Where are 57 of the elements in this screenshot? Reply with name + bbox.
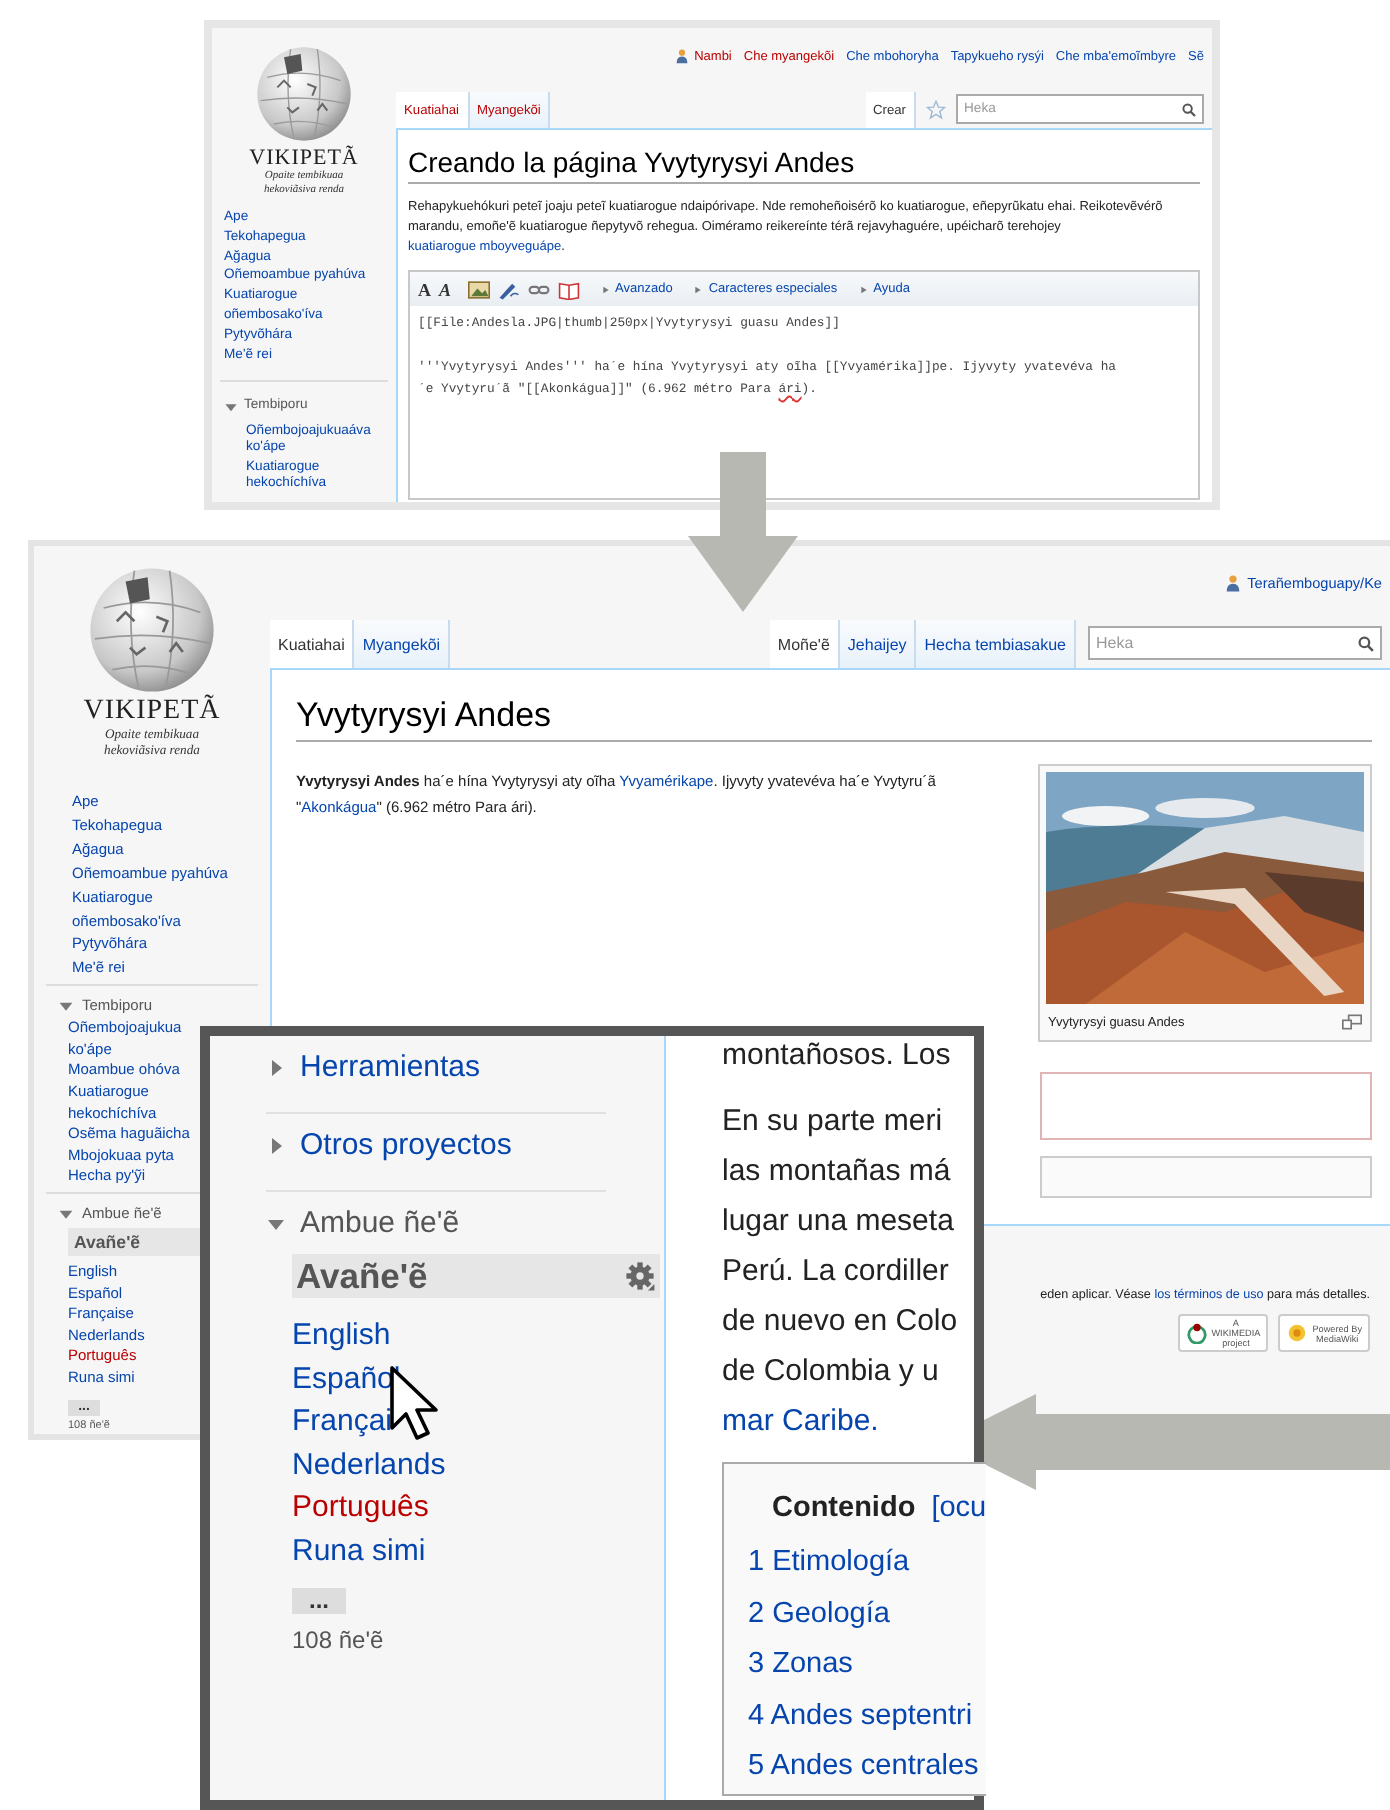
collapse-arrow-icon[interactable] [58, 1205, 74, 1221]
tab[interactable]: Jehaijey [839, 620, 917, 668]
star-icon[interactable] [926, 100, 946, 120]
input-field[interactable] [1040, 1156, 1372, 1198]
more-languages-button[interactable]: ... [292, 1587, 346, 1614]
tab[interactable]: Moñe'ẽ [769, 620, 840, 668]
user-icon [1225, 573, 1240, 591]
article-paragraph: montañosos. Los [722, 1036, 953, 1076]
page-heading: Yvytyrysyi Andes [296, 696, 1372, 742]
section-heading[interactable]: Otros proyectos [300, 1126, 512, 1166]
toc-link[interactable]: 3 Zonas [748, 1640, 853, 1691]
current-language: Avañe'ẽ [296, 1256, 428, 1296]
user-icon [676, 48, 689, 64]
sidebar-link[interactable]: Português [292, 1486, 429, 1530]
search-icon[interactable] [1182, 102, 1196, 116]
article-paragraph: En su parte meri las montañas má lugar una meseta Perú. La cordiller de nuevo en Colo de Colombia y u mar Caribe. [722, 1102, 960, 1442]
format-button[interactable]: A [418, 279, 431, 299]
expand-arrow-icon[interactable] [601, 285, 610, 293]
collapse-arrow-icon[interactable] [266, 1214, 286, 1234]
expand-arrow-icon[interactable] [694, 285, 703, 293]
globe-logo [257, 47, 351, 141]
collapse-arrow-icon[interactable] [224, 400, 238, 415]
current-language: Avañe'ẽ [74, 1231, 141, 1253]
toc-link[interactable]: 2 Geología [748, 1589, 890, 1640]
section-heading[interactable]: Ambue ñe'ẽ [300, 1204, 460, 1244]
wordmark: VIKIPETÃ [83, 698, 221, 726]
input-field[interactable] [1040, 1072, 1372, 1140]
toc-link[interactable]: 1 Etimología [748, 1538, 910, 1589]
expand-arrow-icon[interactable] [266, 1058, 286, 1078]
search-field[interactable]: Heka [1088, 626, 1382, 660]
toc-link[interactable]: 4 Andes septentri [748, 1691, 973, 1742]
tab[interactable]: Hecha tembiasakue [916, 620, 1076, 668]
page-heading: Creando la página Yvytyrysyi Andes [408, 146, 1200, 184]
collapse-arrow-icon[interactable] [58, 997, 74, 1014]
globe-logo [90, 568, 214, 692]
pen-icon[interactable] [497, 279, 520, 299]
book-icon[interactable] [557, 279, 580, 299]
toc-title: Contenido [772, 1492, 916, 1524]
language-count: 108 ñe'ẽ [292, 1623, 384, 1658]
format-button[interactable]: A [439, 279, 452, 299]
sidebar-link[interactable]: Runa simi [292, 1529, 426, 1574]
search-icon[interactable] [1358, 635, 1374, 651]
sidebar-link[interactable]: Françai [292, 1400, 393, 1444]
sidebar-link[interactable]: Nederlands [292, 1443, 446, 1487]
tab[interactable]: Kuatiahai [270, 620, 355, 668]
section-heading[interactable]: Herramientas [300, 1048, 481, 1088]
toc-link[interactable]: 5 Andes centrales [748, 1742, 979, 1793]
expand-arrow-icon[interactable] [859, 285, 868, 293]
tab[interactable]: Myangekõi [354, 620, 451, 668]
toc-toggle-link[interactable]: [ocu [931, 1492, 987, 1524]
text-link[interactable]: mar Caribe. [722, 1404, 879, 1438]
sidebar-link[interactable]: English [292, 1314, 391, 1358]
settings-icon[interactable] [624, 1260, 656, 1292]
expand-arrow-icon[interactable] [266, 1136, 286, 1156]
enlarge-icon[interactable] [1342, 1014, 1362, 1030]
image-icon[interactable] [467, 279, 490, 299]
wordmark: VIKIPETÃ [249, 148, 359, 170]
